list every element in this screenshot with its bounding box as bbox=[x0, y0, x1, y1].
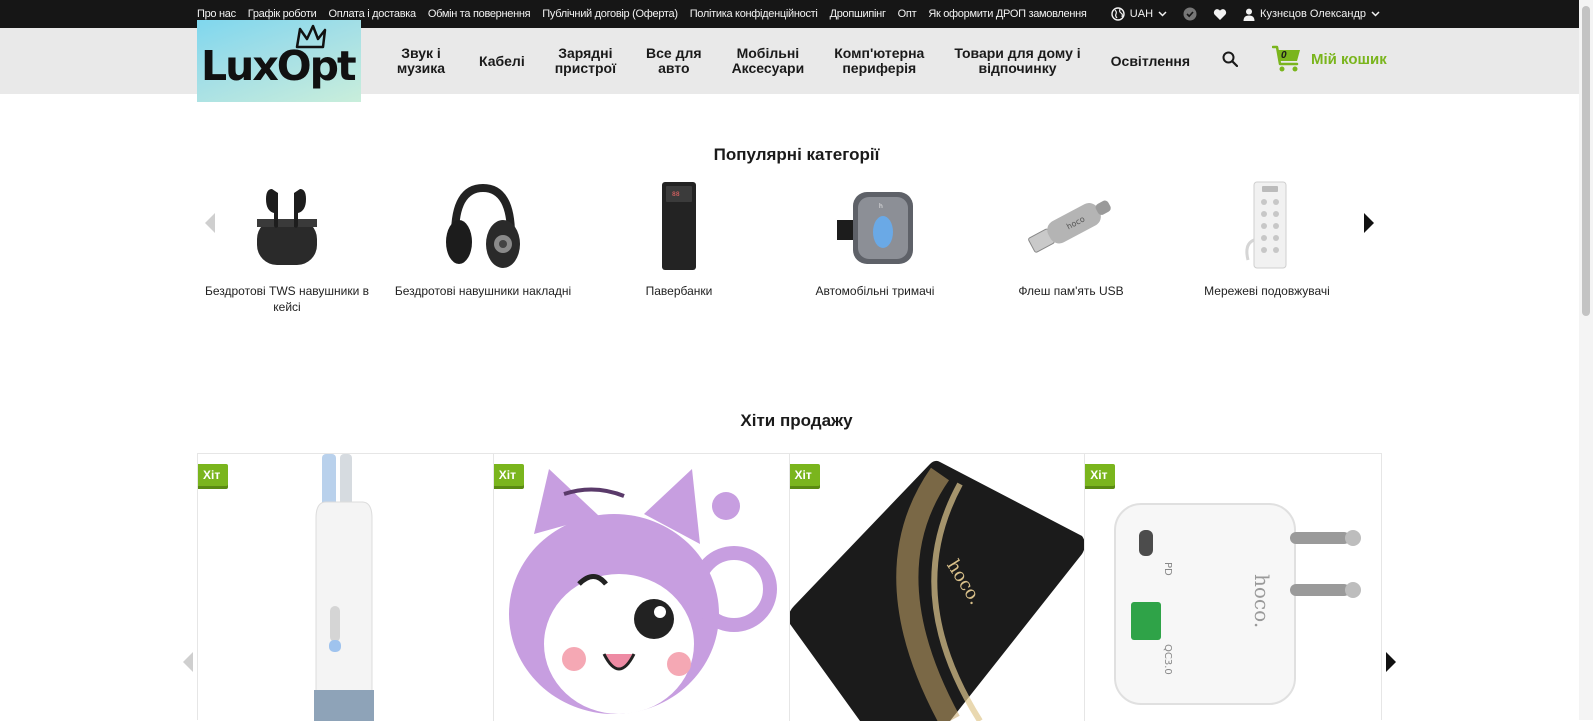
nav-mobile-accessories[interactable]: Мобільні Аксесуари bbox=[717, 46, 820, 76]
category-headphones[interactable]: Бездротові навушники накладні bbox=[393, 178, 573, 299]
hit-badge: Хіт bbox=[198, 464, 229, 486]
product-card[interactable]: Хіт hoco. bbox=[789, 454, 1086, 721]
port-label-pd: PD bbox=[1162, 562, 1173, 576]
category-label: Бездротові TWS навушники в кейсі bbox=[204, 284, 370, 314]
category-label: Бездротові навушники накладні bbox=[394, 284, 572, 298]
port-label-qc: QC3.0 bbox=[1162, 644, 1173, 675]
cart-icon bbox=[1271, 45, 1300, 72]
cart-button[interactable]: 0 Мій кошик bbox=[1271, 44, 1387, 74]
main-nav: Звук і музика Кабелі Зарядні пристрої Вс… bbox=[378, 28, 1205, 94]
nav-cables[interactable]: Кабелі bbox=[464, 53, 540, 69]
category-power-strips[interactable]: Мережеві подовжувачі bbox=[1177, 178, 1357, 299]
top-link-wholesale[interactable]: Опт bbox=[898, 8, 917, 20]
top-link-schedule[interactable]: Графік роботи bbox=[248, 8, 317, 20]
category-usb-flash[interactable]: hoco Флеш пам'ять USB bbox=[981, 178, 1161, 299]
cart-count: 0 bbox=[1281, 50, 1287, 61]
svg-text:88: 88 bbox=[672, 191, 680, 198]
svg-text:h: h bbox=[879, 203, 883, 210]
carousel-next-icon[interactable] bbox=[1363, 213, 1374, 233]
currency-label: UAH bbox=[1129, 8, 1154, 20]
usb-flash-icon: hoco bbox=[981, 178, 1161, 273]
car-holder-icon: h bbox=[785, 178, 965, 273]
headphones-icon bbox=[393, 178, 573, 273]
chevron-down-icon bbox=[1158, 11, 1167, 17]
nav-sound-music[interactable]: Звук і музика bbox=[378, 46, 464, 76]
category-label: Павербанки bbox=[645, 284, 713, 298]
top-link-about[interactable]: Про нас bbox=[197, 8, 236, 20]
tws-earbuds-icon bbox=[197, 178, 377, 273]
cart-icon-wrap: 0 bbox=[1271, 44, 1302, 74]
wireless-charger-icon: hoco. bbox=[789, 460, 1085, 721]
category-label: Мережеві подовжувачі bbox=[1204, 284, 1330, 298]
hits-product-list: Хіт Хіт Хіт hoco. Хіт PD QC3.0 hoco. bbox=[197, 453, 1382, 721]
nav-car[interactable]: Все для авто bbox=[631, 46, 717, 76]
currency-selector[interactable]: UAH bbox=[1111, 7, 1167, 21]
category-tws-earbuds[interactable]: Бездротові TWS навушники в кейсі bbox=[197, 178, 377, 315]
category-car-holders[interactable]: h Автомобільні тримачі bbox=[785, 178, 965, 299]
user-name: Кузнєцов Олександр bbox=[1260, 8, 1366, 20]
products-next-icon[interactable] bbox=[1385, 652, 1396, 672]
hit-badge: Хіт bbox=[789, 464, 820, 486]
site-logo[interactable]: LuxOpt bbox=[197, 20, 361, 102]
product-card[interactable]: Хіт bbox=[198, 454, 494, 721]
nav-home-leisure[interactable]: Товари для дому і відпочинку bbox=[939, 46, 1095, 76]
nav-pc-peripherals[interactable]: Комп'ютерна периферія bbox=[819, 46, 939, 76]
hit-badge: Хіт bbox=[493, 464, 524, 486]
popular-categories-title: Популярні категорії bbox=[713, 145, 880, 164]
hit-badge: Хіт bbox=[1085, 464, 1116, 486]
top-right-tools: UAH Кузнєцов Олександр bbox=[1111, 0, 1380, 28]
globe-icon bbox=[1111, 7, 1125, 21]
compare-check-icon[interactable] bbox=[1183, 7, 1197, 21]
heart-icon[interactable] bbox=[1213, 8, 1227, 21]
cart-label: Мій кошик bbox=[1311, 50, 1387, 68]
wall-charger-icon: PD QC3.0 hoco. bbox=[1114, 503, 1362, 705]
hits-title: Хіти продажу bbox=[740, 411, 853, 430]
nav-lighting[interactable]: Освітлення bbox=[1096, 53, 1205, 69]
product-card[interactable]: Хіт PD QC3.0 hoco. bbox=[1085, 454, 1381, 721]
power-strip-icon bbox=[1177, 178, 1357, 273]
category-label: Автомобільні тримачі bbox=[815, 284, 935, 298]
logo-text: LuxOpt bbox=[201, 42, 357, 90]
category-powerbanks[interactable]: 88 Павербанки bbox=[589, 178, 769, 299]
top-link-public-offer[interactable]: Публічний договір (Оферта) bbox=[542, 8, 678, 20]
search-icon[interactable] bbox=[1222, 51, 1238, 67]
user-icon bbox=[1243, 8, 1255, 21]
cat-earbuds-case-icon bbox=[508, 469, 777, 714]
top-link-payment-delivery[interactable]: Оплата і доставка bbox=[328, 8, 416, 20]
page-scrollbar[interactable] bbox=[1579, 0, 1593, 720]
chevron-down-icon bbox=[1371, 11, 1380, 17]
top-link-dropshipping[interactable]: Дропшипінг bbox=[830, 8, 886, 20]
products-prev-icon[interactable] bbox=[183, 652, 194, 672]
brand-logo-text: hoco. bbox=[1250, 574, 1274, 628]
top-link-exchange-return[interactable]: Обмін та повернення bbox=[428, 8, 531, 20]
cleaning-kit-icon bbox=[314, 454, 374, 721]
product-card[interactable]: Хіт bbox=[493, 454, 790, 721]
category-label: Флеш пам'ять USB bbox=[1018, 284, 1124, 298]
top-link-privacy[interactable]: Політика конфіденційності bbox=[690, 8, 818, 20]
powerbank-icon: 88 bbox=[589, 178, 769, 273]
user-menu[interactable]: Кузнєцов Олександр bbox=[1243, 8, 1380, 21]
scrollbar-thumb[interactable] bbox=[1582, 6, 1590, 316]
nav-chargers[interactable]: Зарядні пристрої bbox=[540, 46, 631, 76]
top-link-drop-order-howto[interactable]: Як оформити ДРОП замовлення bbox=[928, 8, 1087, 20]
